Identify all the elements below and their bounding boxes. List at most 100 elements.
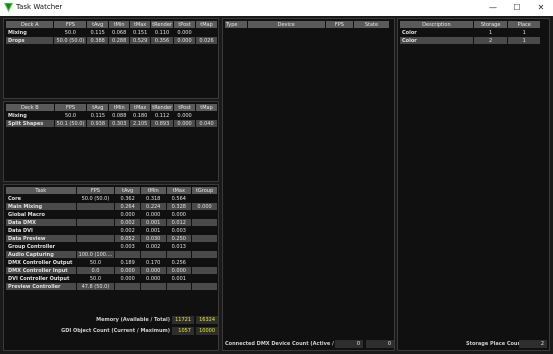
cell xyxy=(192,251,217,258)
col-tpost[interactable]: tPost xyxy=(174,21,195,28)
col-tavg[interactable]: tAvg xyxy=(115,187,140,194)
cell: 50.0 (50.0) xyxy=(81,195,110,202)
maximize-button[interactable]: ☐ xyxy=(505,0,529,16)
table-row[interactable]: Split Shapes 50.1 (50.0) 0.938 0.303 2.1… xyxy=(6,120,217,127)
table-row[interactable]: Color 2 1 xyxy=(400,37,540,44)
deck-b-panel: Deck B FPS tAvg tMin tMax tRender tPost … xyxy=(3,101,219,182)
cell: 0.030 xyxy=(140,235,166,242)
cell: 0.001 xyxy=(140,219,166,226)
col-place[interactable]: Place xyxy=(508,21,540,28)
cell: Audio Capturing xyxy=(6,251,76,258)
minimize-button[interactable]: — xyxy=(481,0,505,16)
table-row[interactable]: DMX Controller Output 50.0 0.189 0.170 0.256 xyxy=(6,259,217,266)
col-storage[interactable]: Storage xyxy=(473,21,508,28)
col-tpost[interactable]: tPost xyxy=(174,104,196,111)
col-trender[interactable]: tRender xyxy=(151,21,174,28)
table-row[interactable]: Mixing 50.0 0.115 0.068 0.151 0.110 0.00… xyxy=(6,29,217,36)
cell: 0.000 xyxy=(177,29,192,36)
deck-a-table: Deck A FPS tAvg tMin tMax tRender tPost … xyxy=(5,20,218,45)
cell: 0.088 xyxy=(112,112,127,119)
cell xyxy=(115,283,140,290)
col-tmax[interactable]: tMax xyxy=(130,104,151,111)
table-row[interactable]: Color 1 1 xyxy=(400,29,540,36)
tasks-table: Task FPS tAvg tMin tMax tGroup Core 50.0 … xyxy=(5,186,218,291)
cell: 1 xyxy=(508,37,540,44)
col-tmax[interactable]: tMax xyxy=(166,187,192,194)
col-fps[interactable]: FPS xyxy=(325,21,353,28)
table-row[interactable]: Audio Capturing 100.0 (100.... xyxy=(6,251,217,258)
col-fps[interactable]: FPS xyxy=(54,21,87,28)
table-row[interactable]: Global Macro 0.000 0.000 0.000 xyxy=(6,211,217,218)
table-row[interactable]: Data Preview 0.052 0.030 0.250 xyxy=(6,235,217,242)
col-tmap[interactable]: tMap xyxy=(196,21,217,28)
col-device[interactable]: Device xyxy=(247,21,325,28)
all-count-value: 0 xyxy=(366,340,394,348)
col-tavg[interactable]: tAvg xyxy=(87,21,109,28)
cell: 0.000 xyxy=(166,267,192,274)
table-row[interactable]: DVI Controller Output 50.0 0.000 0.000 0.001 xyxy=(6,275,217,282)
col-tavg[interactable]: tAvg xyxy=(87,104,109,111)
col-deck-a[interactable]: Deck A xyxy=(6,21,54,28)
cell: 0.356 xyxy=(151,37,174,44)
tasks-panel: Task FPS tAvg tMin tMax tGroup Core 50.0 … xyxy=(3,184,219,351)
col-description[interactable]: Description xyxy=(400,21,473,28)
cell: 1 xyxy=(489,29,493,36)
cell: 0.529 xyxy=(130,37,151,44)
table-row[interactable]: Data DMX 0.002 0.001 0.012 xyxy=(6,219,217,226)
cell: 0.002 xyxy=(115,219,140,226)
cell: 0.0 xyxy=(76,267,115,274)
cell: 0.170 xyxy=(146,259,161,266)
col-tmin[interactable]: tMin xyxy=(140,187,166,194)
cell: 0.112 xyxy=(154,112,170,119)
cell: 0.256 xyxy=(171,259,186,266)
cell xyxy=(140,283,166,290)
close-button[interactable]: ✕ xyxy=(529,0,553,16)
cell: 0.303 xyxy=(109,120,130,127)
col-tgroup[interactable]: tGroup xyxy=(192,187,217,194)
cell: 0.000 xyxy=(146,211,161,218)
col-fps[interactable]: FPS xyxy=(54,104,87,111)
cell xyxy=(77,227,115,234)
cell xyxy=(192,267,217,274)
cell xyxy=(140,251,166,258)
col-state[interactable]: State xyxy=(353,21,389,28)
table-row[interactable]: Data DVI 0.002 0.001 0.003 xyxy=(6,227,217,234)
cell: DMX Controller Output xyxy=(8,259,73,266)
col-fps[interactable]: FPS xyxy=(76,187,115,194)
deck-a-panel: Deck A FPS tAvg tMin tMax tRender tPost … xyxy=(3,18,219,99)
col-tmap[interactable]: tMap xyxy=(196,104,217,111)
cell xyxy=(192,219,217,226)
cell: Core xyxy=(8,195,21,202)
cell xyxy=(192,275,217,282)
col-tmax[interactable]: tMax xyxy=(130,21,151,28)
cell: 0.000 xyxy=(192,203,217,210)
cell xyxy=(76,203,115,210)
col-tmin[interactable]: tMin xyxy=(109,104,130,111)
cell: Main Mixing xyxy=(6,203,76,210)
table-row[interactable]: Drops 50.0 (50.0) 0.388 0.288 0.529 0.35… xyxy=(6,37,217,44)
cell xyxy=(192,259,217,266)
cell: 0.180 xyxy=(133,112,148,119)
dmx-device-count-label: Connected DMX Device Count (Active / All… xyxy=(225,341,346,347)
col-type[interactable]: Type xyxy=(225,21,247,28)
table-row[interactable]: Preview Controller 47.8 (50.0) xyxy=(6,283,217,290)
cell: 0.115 xyxy=(90,112,106,119)
cell: 0.328 xyxy=(166,203,192,210)
cell: 0.040 xyxy=(196,120,217,127)
cell xyxy=(76,235,115,242)
table-row[interactable]: Group Controller 0.003 0.002 0.013 xyxy=(6,243,217,250)
col-deck-b[interactable]: Deck B xyxy=(6,104,54,111)
table-row[interactable]: Main Mixing 0.264 0.224 0.328 0.000 xyxy=(6,203,217,210)
col-tmin[interactable]: tMin xyxy=(109,21,130,28)
cell: 0.026 xyxy=(196,37,217,44)
table-row[interactable]: DMX Controller Input 0.0 0.000 0.000 0.000 xyxy=(6,267,217,274)
table-row[interactable]: Mixing 50.0 0.115 0.088 0.180 0.112 0.00… xyxy=(6,112,217,119)
col-task[interactable]: Task xyxy=(6,187,76,194)
cell: 0.151 xyxy=(132,29,148,36)
cell xyxy=(192,283,217,290)
table-row[interactable]: Core 50.0 (50.0) 0.362 0.318 0.564 xyxy=(6,195,217,202)
gdi-maximum-value: 10000 xyxy=(196,327,218,335)
cell: DVI Controller Output xyxy=(8,275,70,282)
deck-b-table: Deck B FPS tAvg tMin tMax tRender tPost … xyxy=(5,103,218,128)
col-trender[interactable]: tRender xyxy=(151,104,174,111)
